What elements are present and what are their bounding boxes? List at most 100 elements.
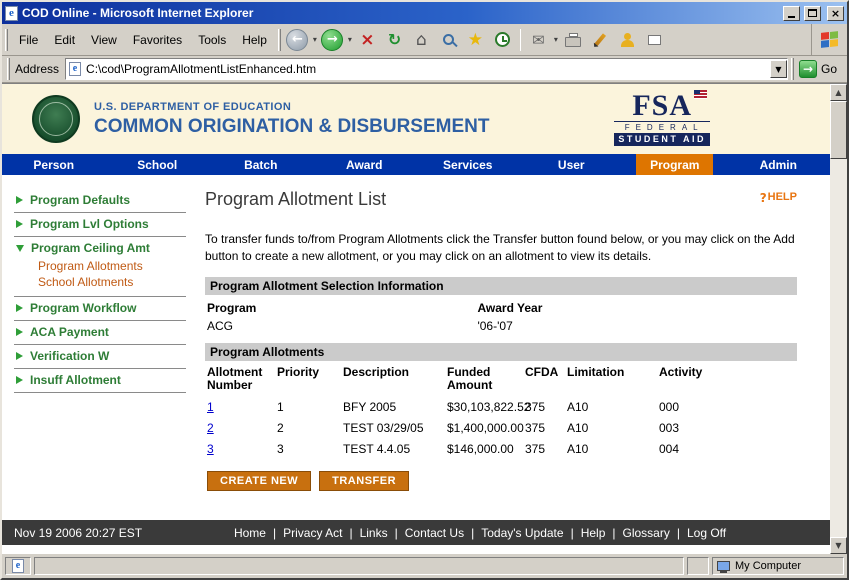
maximize-icon [808,9,817,17]
refresh-button[interactable]: ↻ [381,26,408,54]
forward-dropdown[interactable]: ▾ [348,35,352,44]
transfer-button[interactable]: TRANSFER [319,471,409,491]
table-row-cell: A10 [567,397,659,418]
page-body: Program Defaults Program Lvl Options Pro… [2,175,830,506]
table-row-cell: 1 [277,397,343,418]
address-dropdown-button[interactable]: ▼ [770,60,787,78]
chevron-right-icon [16,220,23,228]
menu-help[interactable]: Help [234,30,275,50]
sidebar-item-program-defaults[interactable]: Program Defaults [14,189,186,213]
vertical-scrollbar[interactable]: ▲ ▼ [830,84,847,554]
table-row-cell: 3 [277,439,343,460]
print-button[interactable] [560,26,587,54]
sidebar-link-program-allotments[interactable]: Program Allotments [38,258,186,274]
chevron-right-icon [16,376,23,384]
nav-services[interactable]: Services [416,154,520,175]
col-cfda: CFDA [525,361,567,398]
status-page-icon-panel: e [5,557,31,575]
allotment-number-link[interactable]: 1 [207,400,214,414]
stop-button[interactable]: × [354,26,381,54]
table-row-cell: 3 [207,439,277,460]
back-button[interactable]: ← [284,26,311,54]
search-button[interactable] [435,26,462,54]
nav-user[interactable]: User [520,154,624,175]
help-question-icon: ? [760,191,767,205]
mail-button[interactable]: ✉ [525,26,552,54]
footer-link-log-off[interactable]: Log Off [687,526,726,540]
forward-button[interactable]: → [319,26,346,54]
sidebar-item-verification-w[interactable]: Verification W [14,345,186,369]
discuss-button[interactable] [641,26,668,54]
scrollbar-thumb[interactable] [830,101,847,159]
allotment-number-link[interactable]: 3 [207,442,214,456]
table-row-cell: 2 [207,418,277,439]
col-limitation: Limitation [567,361,659,398]
close-button[interactable]: × [827,6,844,21]
status-bar: e My Computer [2,554,847,578]
nav-school[interactable]: School [106,154,210,175]
go-button[interactable]: → Go [797,60,845,78]
address-grip[interactable] [7,58,10,80]
home-icon: ⌂ [416,30,427,50]
scrollbar-track[interactable] [830,101,847,537]
maximize-button[interactable] [804,6,821,21]
page-title: Program Allotment List [205,189,386,210]
col-funded-amount: Funded Amount [447,361,525,398]
agency-name: U.S. DEPARTMENT OF EDUCATION [94,101,489,113]
menu-edit[interactable]: Edit [46,30,83,50]
nav-person[interactable]: Person [2,154,106,175]
footer-link-links[interactable]: Links [360,526,388,540]
education-seal [32,95,80,143]
sidebar-submenu: Program Allotments School Allotments [16,255,186,291]
security-zone-label: My Computer [735,560,801,572]
sidebar-item-program-lvl-options[interactable]: Program Lvl Options [14,213,186,237]
sidebar-item-aca-payment[interactable]: ACA Payment [14,321,186,345]
back-dropdown[interactable]: ▾ [313,35,317,44]
footer-link-glossary[interactable]: Glossary [623,526,670,540]
history-button[interactable] [489,26,516,54]
favorites-star-icon: ★ [468,30,483,50]
menu-view[interactable]: View [83,30,125,50]
menubar-grip[interactable] [5,29,8,51]
footer-link-todays-update[interactable]: Today's Update [481,526,563,540]
sidebar-item-program-ceiling-amt[interactable]: Program Ceiling Amt Program Allotments S… [14,237,186,297]
award-year-label: Award Year [477,295,795,318]
table-row-cell: 000 [659,397,795,418]
nav-admin[interactable]: Admin [727,154,831,175]
ie-app-icon: e [5,6,18,21]
forward-icon: → [321,29,343,51]
address-input[interactable]: e C:\cod\ProgramAllotmentListEnhanced.ht… [65,58,788,80]
footer-link-home[interactable]: Home [234,526,266,540]
menu-favorites[interactable]: Favorites [125,30,190,50]
table-row-cell: BFY 2005 [343,397,447,418]
nav-program[interactable]: Program [623,154,727,175]
edit-button[interactable] [587,26,614,54]
help-link[interactable]: ? HELP [760,191,797,205]
scroll-up-button[interactable]: ▲ [830,84,847,101]
favorites-button[interactable]: ★ [462,26,489,54]
footer-link-contact-us[interactable]: Contact Us [405,526,464,540]
edit-pencil-icon [594,33,606,46]
sidebar-link-school-allotments[interactable]: School Allotments [38,274,186,290]
create-new-button[interactable]: CREATE NEW [207,471,311,491]
home-button[interactable]: ⌂ [408,26,435,54]
mail-dropdown[interactable]: ▾ [554,35,558,44]
messenger-button[interactable] [614,26,641,54]
sidebar-item-program-workflow[interactable]: Program Workflow [14,297,186,321]
refresh-icon: ↻ [388,30,401,49]
footer-link-help[interactable]: Help [581,526,606,540]
security-zone-panel: My Computer [712,557,844,575]
minimize-button[interactable] [783,6,800,21]
chevron-right-icon [16,304,23,312]
allotment-number-link[interactable]: 2 [207,421,214,435]
toolbar-grip[interactable] [278,29,281,51]
nav-batch[interactable]: Batch [209,154,313,175]
standard-buttons-toolbar: ← ▾ → ▾ × ↻ ⌂ ★ [284,24,811,55]
menu-file[interactable]: File [11,30,46,50]
footer-link-privacy-act[interactable]: Privacy Act [283,526,342,540]
sidebar-item-insuff-allotment[interactable]: Insuff Allotment [14,369,186,393]
nav-award[interactable]: Award [313,154,417,175]
menu-tools[interactable]: Tools [190,30,234,50]
minimize-icon [788,16,795,18]
scroll-down-button[interactable]: ▼ [830,537,847,554]
